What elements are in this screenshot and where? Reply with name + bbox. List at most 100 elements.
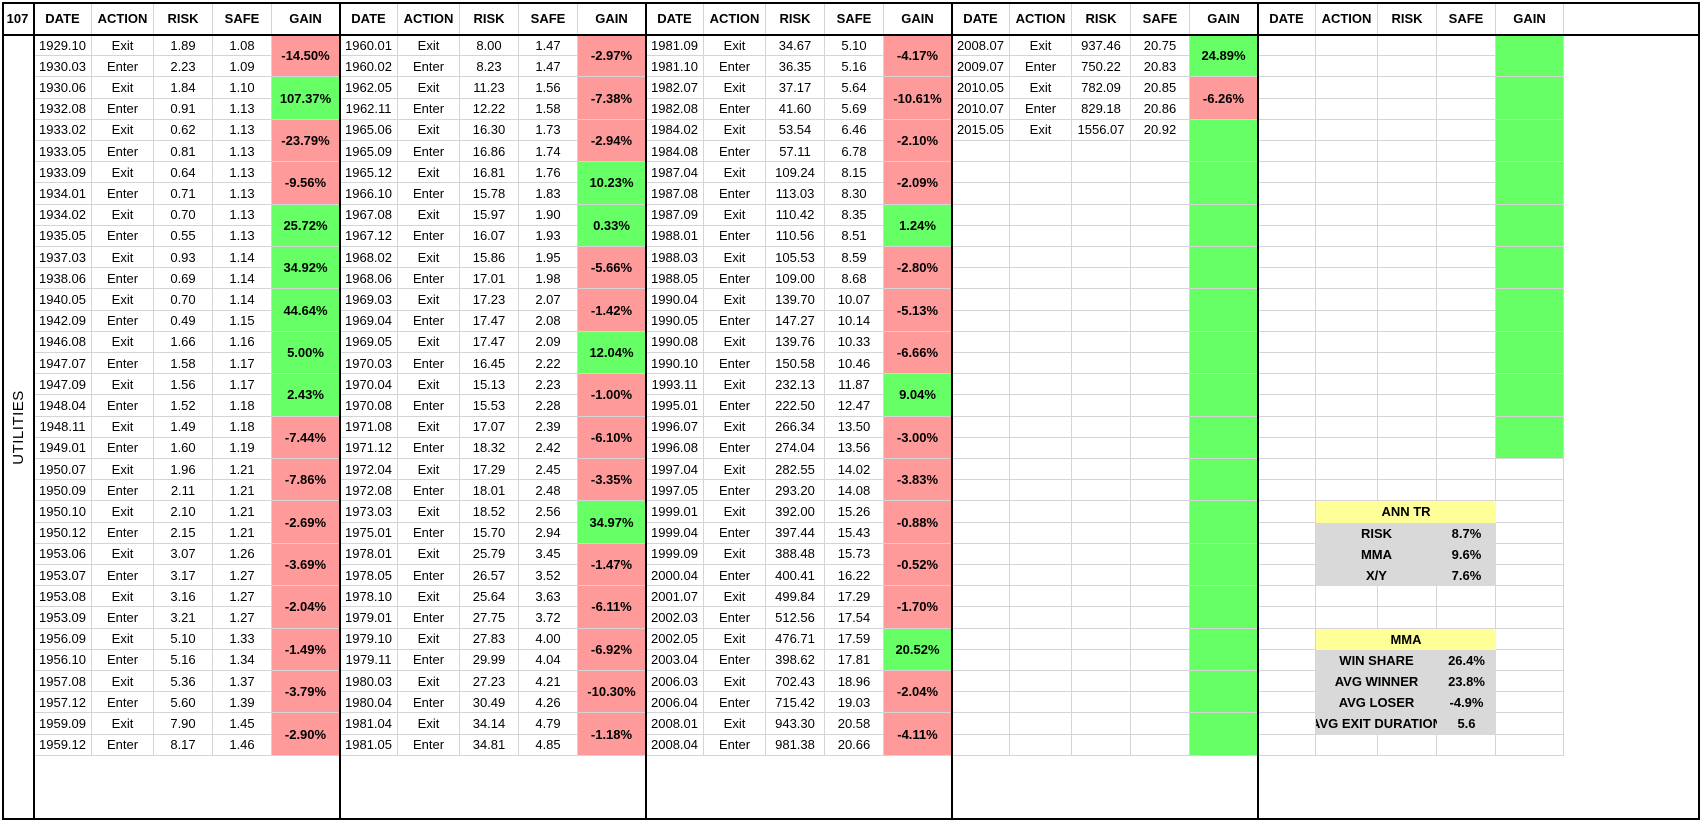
safe-cell xyxy=(1437,607,1496,629)
mma-value: -4.9% xyxy=(1437,692,1496,714)
date-cell xyxy=(952,353,1010,375)
risk-cell xyxy=(1072,162,1131,184)
date-cell xyxy=(952,416,1010,438)
gain-cell: -14.50% xyxy=(272,35,340,78)
risk-cell: 232.13 xyxy=(766,374,825,396)
risk-cell: 15.78 xyxy=(460,183,519,205)
action-cell: Exit xyxy=(704,289,766,311)
action-cell: Exit xyxy=(704,713,766,735)
gain-cell: -23.79% xyxy=(272,119,340,163)
action-cell xyxy=(1010,247,1072,269)
date-cell: 2010.05 xyxy=(952,77,1010,99)
column-header-date: DATE xyxy=(34,2,92,35)
gain-cell: 25.72% xyxy=(272,204,340,247)
safe-cell: 17.54 xyxy=(825,607,884,629)
date-cell xyxy=(952,225,1010,247)
risk-cell: 105.53 xyxy=(766,247,825,269)
risk-cell xyxy=(1072,692,1131,714)
safe-cell: 1.45 xyxy=(213,713,272,735)
border-side xyxy=(33,2,35,820)
risk-cell xyxy=(1072,268,1131,290)
action-cell: Enter xyxy=(92,565,154,587)
column-header-risk: RISK xyxy=(1072,2,1131,35)
risk-cell: 110.56 xyxy=(766,225,825,247)
risk-cell: 702.43 xyxy=(766,671,825,693)
date-cell: 1966.10 xyxy=(340,183,398,205)
action-cell xyxy=(1010,543,1072,565)
mma-title: MMA xyxy=(1316,628,1496,650)
date-cell: 1962.05 xyxy=(340,77,398,99)
gain-cell: 9.04% xyxy=(884,374,952,417)
action-cell: Exit xyxy=(704,331,766,353)
safe-cell: 8.30 xyxy=(825,183,884,205)
safe-cell xyxy=(1437,586,1496,608)
risk-cell: 266.34 xyxy=(766,416,825,438)
action-cell xyxy=(1316,734,1378,756)
risk-cell: 25.79 xyxy=(460,543,519,565)
action-cell xyxy=(1010,649,1072,671)
column-header-risk: RISK xyxy=(460,2,519,35)
date-cell xyxy=(952,734,1010,756)
action-cell: Enter xyxy=(92,692,154,714)
date-cell xyxy=(952,565,1010,587)
gain-cell: -7.86% xyxy=(272,459,340,502)
date-cell: 1950.10 xyxy=(34,501,92,523)
risk-cell: 110.42 xyxy=(766,204,825,226)
safe-cell: 2.09 xyxy=(519,331,578,353)
action-cell xyxy=(1316,141,1378,163)
safe-cell: 8.15 xyxy=(825,162,884,184)
gain-cell-empty xyxy=(1496,522,1564,544)
action-cell xyxy=(1010,395,1072,417)
action-cell: Enter xyxy=(92,56,154,78)
safe-cell: 20.85 xyxy=(1131,77,1190,99)
action-cell: Exit xyxy=(704,35,766,57)
safe-cell: 16.22 xyxy=(825,565,884,587)
safe-cell: 2.42 xyxy=(519,437,578,459)
risk-cell: 139.70 xyxy=(766,289,825,311)
action-cell xyxy=(1316,480,1378,502)
date-cell xyxy=(952,183,1010,205)
safe-cell: 1.27 xyxy=(213,607,272,629)
gain-cell: 5.00% xyxy=(272,331,340,375)
date-cell xyxy=(1258,289,1316,311)
date-cell: 1934.02 xyxy=(34,204,92,226)
date-cell xyxy=(1258,437,1316,459)
date-cell: 1988.05 xyxy=(646,268,704,290)
action-cell xyxy=(1010,353,1072,375)
safe-cell: 1.13 xyxy=(213,98,272,120)
date-cell xyxy=(952,459,1010,481)
action-cell: Enter xyxy=(92,183,154,205)
date-cell: 1981.10 xyxy=(646,56,704,78)
safe-cell: 2.22 xyxy=(519,353,578,375)
risk-cell xyxy=(1072,671,1131,693)
gain-cell: 34.92% xyxy=(272,247,340,290)
risk-cell: 109.00 xyxy=(766,268,825,290)
column-header-risk: RISK xyxy=(766,2,825,35)
action-cell xyxy=(1010,416,1072,438)
action-cell: Exit xyxy=(92,713,154,735)
risk-cell: 512.56 xyxy=(766,607,825,629)
safe-cell: 15.43 xyxy=(825,522,884,544)
risk-cell xyxy=(1378,56,1437,78)
safe-cell: 1.58 xyxy=(519,98,578,120)
spreadsheet: 107 UTILITIES DATE ACTION RISK SAFE GAIN 1929.1… xyxy=(2,2,1700,820)
safe-cell xyxy=(1437,331,1496,353)
column-header-risk: RISK xyxy=(1378,2,1437,35)
action-cell: Exit xyxy=(704,459,766,481)
gain-cell: -2.04% xyxy=(272,586,340,629)
action-cell: Exit xyxy=(704,543,766,565)
action-cell: Enter xyxy=(92,268,154,290)
gain-cell: 10.23% xyxy=(578,162,646,205)
action-cell: Enter xyxy=(704,225,766,247)
risk-cell: 17.29 xyxy=(460,459,519,481)
action-cell: Exit xyxy=(398,119,460,141)
safe-cell xyxy=(1131,353,1190,375)
gain-cell: 0.33% xyxy=(578,204,646,247)
date-cell xyxy=(1258,671,1316,693)
risk-cell xyxy=(1378,395,1437,417)
risk-cell: 981.38 xyxy=(766,734,825,756)
risk-cell: 53.54 xyxy=(766,119,825,141)
safe-cell xyxy=(1131,247,1190,269)
action-cell: Exit xyxy=(92,77,154,99)
safe-cell xyxy=(1437,395,1496,417)
